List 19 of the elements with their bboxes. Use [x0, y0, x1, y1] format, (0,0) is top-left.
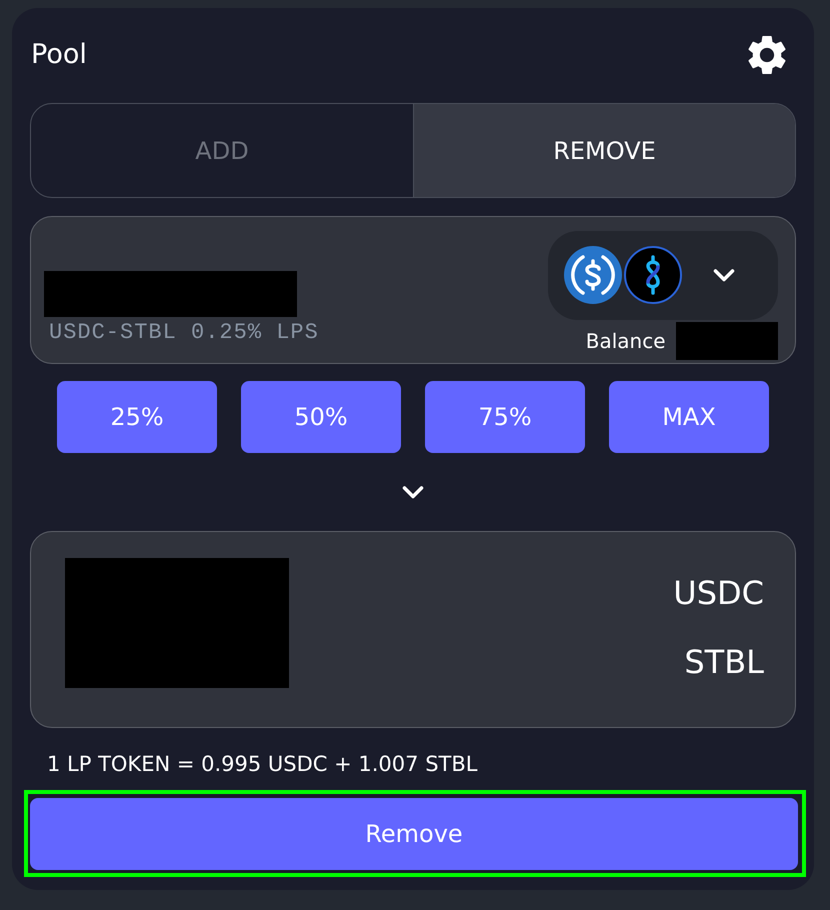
percent-button[interactable]: 25% [57, 381, 217, 453]
dollar-coin-icon [564, 246, 622, 304]
percent-button[interactable]: 75% [425, 381, 585, 453]
settings-icon[interactable] [748, 36, 786, 74]
mode-tab[interactable]: REMOVE [413, 104, 795, 197]
mode-tab[interactable]: ADD [31, 104, 413, 197]
dollar-token-icon [624, 246, 682, 304]
chevron-down-icon [712, 268, 734, 282]
token-selector[interactable] [548, 230, 778, 320]
chevron-down-icon [402, 486, 424, 498]
token-symbol: STBL [684, 642, 764, 682]
percent-button[interactable]: MAX [609, 381, 769, 453]
token-symbol: USDC [673, 572, 764, 612]
percent-button[interactable]: 50% [241, 381, 401, 453]
exchange-rate-text: 1 LP TOKEN = 0.995 USDC + 1.007 STBL [46, 752, 478, 776]
balance-label: Balance [586, 328, 666, 352]
lp-token-label: USDC-STBL 0.25% LPS [48, 320, 319, 344]
pool-title: Pool [30, 38, 87, 72]
remove-button[interactable]: Remove [30, 798, 798, 870]
